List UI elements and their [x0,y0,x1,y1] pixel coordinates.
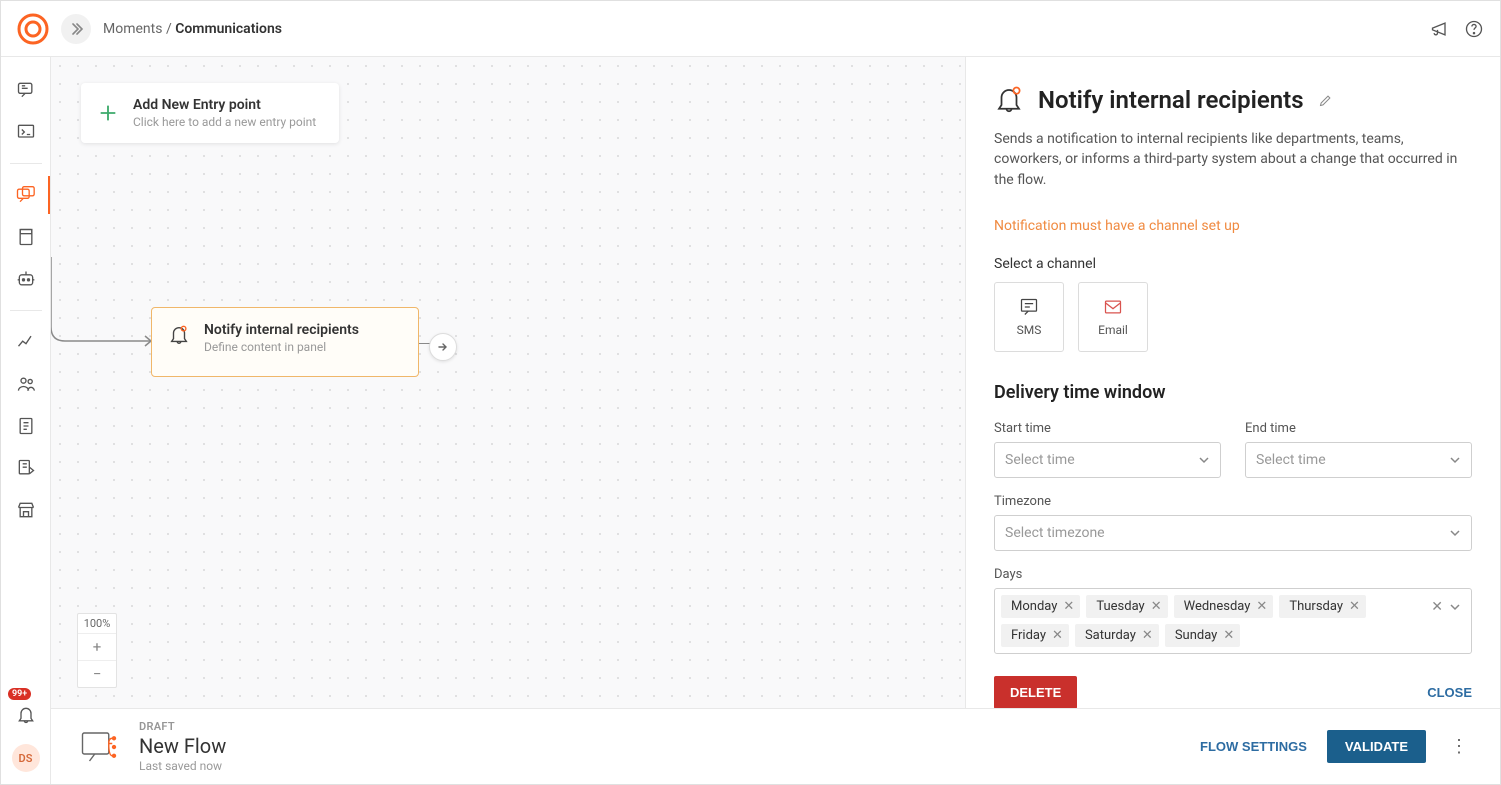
day-tag: Tuesday✕ [1086,595,1167,618]
flow-canvas[interactable]: Add New Entry point Click here to add a … [51,57,965,708]
start-time-label: Start time [994,421,1221,436]
bell-icon [994,85,1024,115]
chevron-down-icon [1449,527,1461,539]
footer: DRAFT New Flow Last saved now FLOW SETTI… [51,708,1500,784]
remove-day-button[interactable]: ✕ [1223,628,1234,643]
channel-email[interactable]: Email [1078,282,1148,352]
validate-button[interactable]: VALIDATE [1327,730,1426,763]
breadcrumb: Moments / Communications [103,21,282,37]
breadcrumb-current: Communications [175,21,282,37]
sms-icon [1018,297,1040,317]
timezone-select[interactable]: Select timezone [994,515,1472,551]
panel-description: Sends a notification to internal recipie… [994,129,1472,190]
entry-card-subtitle: Click here to add a new entry point [133,115,316,129]
email-icon [1102,297,1124,317]
flow-title[interactable]: New Flow [139,734,226,758]
node-subtitle: Define content in panel [204,340,359,354]
node-title: Notify internal recipients [204,322,359,338]
announce-icon[interactable] [1430,19,1450,39]
breadcrumb-parent[interactable]: Moments [103,21,162,37]
chevron-down-icon [1198,454,1210,466]
day-tag: Thursday✕ [1279,595,1366,618]
zoom-out-button[interactable]: − [78,660,116,687]
panel-warning: Notification must have a channel set up [994,218,1472,234]
day-tag: Wednesday✕ [1174,595,1274,618]
end-time-select[interactable]: Select time [1245,442,1472,478]
zoom-level: 100% [78,614,116,634]
nav-people[interactable] [1,365,50,403]
add-entry-point-card[interactable]: Add New Entry point Click here to add a … [81,83,339,143]
clear-days-button[interactable]: ✕ [1431,599,1443,615]
days-multiselect[interactable]: Monday✕ Tuesday✕ Wednesday✕Thursday✕ Friday… [994,588,1472,654]
zoom-control: 100% + − [77,613,117,688]
nav-bot[interactable] [1,260,50,298]
last-saved: Last saved now [139,759,226,773]
remove-day-button[interactable]: ✕ [1151,599,1162,614]
zoom-in-button[interactable]: + [78,634,116,660]
channel-email-label: Email [1098,323,1128,337]
end-time-label: End time [1245,421,1472,436]
sidebar: 99+ DS [1,57,51,784]
plus-icon [97,102,119,124]
notifications-button[interactable]: 99+ [1,696,50,734]
nav-conversations[interactable] [1,71,50,109]
help-icon[interactable] [1464,19,1484,39]
edit-title-button[interactable] [1318,93,1333,108]
remove-day-button[interactable]: ✕ [1052,628,1063,643]
bell-icon [168,324,190,346]
user-avatar[interactable]: DS [12,744,40,772]
nav-forms[interactable] [1,218,50,256]
remove-day-button[interactable]: ✕ [1256,599,1267,614]
app-logo[interactable] [17,13,49,45]
delivery-heading: Delivery time window [994,382,1472,403]
remove-day-button[interactable]: ✕ [1063,599,1074,614]
close-panel-button[interactable]: CLOSE [1427,685,1472,700]
nav-doc[interactable] [1,407,50,445]
notifications-badge: 99+ [8,688,31,700]
start-time-select[interactable]: Select time [994,442,1221,478]
day-tag: Saturday✕ [1075,624,1159,647]
day-tag: Sunday✕ [1165,624,1240,647]
arrow-right-icon [437,341,449,353]
topbar: Moments / Communications [1,1,1500,57]
channel-sms-label: SMS [1017,323,1042,337]
panel-title: Notify internal recipients [1038,86,1304,114]
flow-settings-button[interactable]: FLOW SETTINGS [1200,739,1307,754]
side-panel: Notify internal recipients Sends a notif… [965,57,1500,708]
nav-store[interactable] [1,491,50,529]
node-output-handle[interactable] [429,333,457,361]
more-menu-button[interactable]: ⋮ [1446,736,1472,757]
remove-day-button[interactable]: ✕ [1349,599,1360,614]
timezone-label: Timezone [994,494,1472,509]
flow-status: DRAFT [139,720,226,733]
nav-analytics[interactable] [1,323,50,361]
nav-console[interactable] [1,113,50,151]
chevron-down-icon [1449,454,1461,466]
days-label: Days [994,567,1472,582]
collapse-sidebar-button[interactable] [61,14,91,44]
remove-day-button[interactable]: ✕ [1142,628,1153,643]
channel-sms[interactable]: SMS [994,282,1064,352]
nav-reports[interactable] [1,449,50,487]
day-tag: Monday✕ [1001,595,1080,618]
notify-recipients-node[interactable]: Notify internal recipients Define conten… [151,307,419,377]
day-tag: Friday✕ [1001,624,1069,647]
delete-button[interactable]: DELETE [994,676,1077,708]
flow-icon [79,726,121,768]
entry-card-title: Add New Entry point [133,97,316,113]
nav-moments[interactable] [1,176,50,214]
select-channel-label: Select a channel [994,256,1472,272]
chevron-down-icon [1449,601,1461,613]
